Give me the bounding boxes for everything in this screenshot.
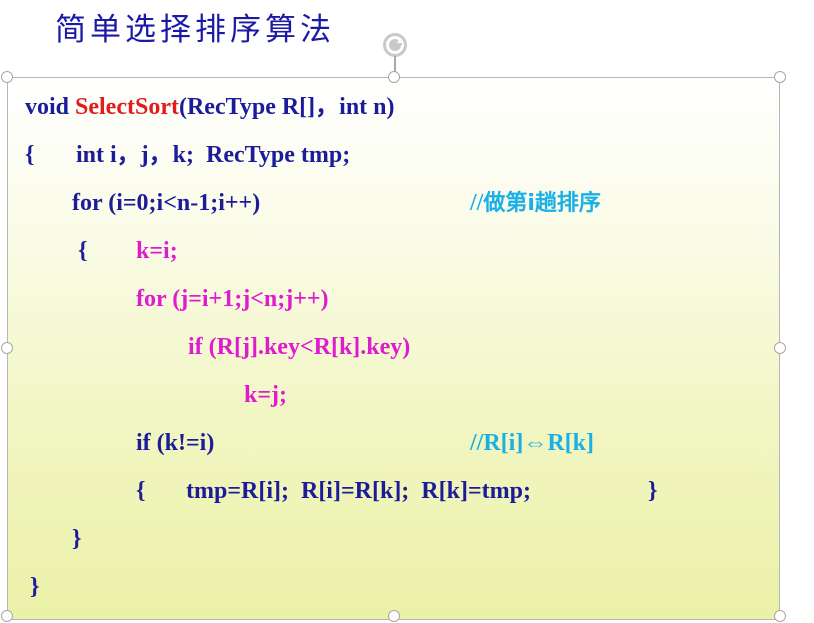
resize-handle-middle-right[interactable] bbox=[774, 342, 786, 354]
code-line-swap-close: } bbox=[648, 471, 657, 511]
comment-outer-pass-text: 做第i趟排序 bbox=[483, 191, 601, 216]
code-line-k-assign-j: k=j; bbox=[244, 375, 287, 415]
code-line-inner-open: { bbox=[78, 231, 87, 271]
code-line-if-swap-check: if (k!=i) bbox=[136, 423, 214, 463]
code-line-if-compare: if (R[j].key<R[k].key) bbox=[188, 327, 410, 367]
resize-handle-bottom-left[interactable] bbox=[1, 610, 13, 622]
code-textbox[interactable]: void SelectSort(RecType R[]，int n) { int… bbox=[7, 77, 780, 620]
resize-handle-top-right[interactable] bbox=[774, 71, 786, 83]
resize-handle-bottom-center[interactable] bbox=[388, 610, 400, 622]
outer-for-loop: for (i=0;i<n-1;i++) bbox=[72, 190, 261, 216]
variable-declarations: int i，j，k; RecType tmp; bbox=[76, 142, 351, 168]
inner-open-brace: { bbox=[78, 238, 88, 264]
code-line-swap-open: { bbox=[136, 471, 145, 511]
swap-open-brace: { bbox=[136, 478, 146, 504]
resize-handle-bottom-right[interactable] bbox=[774, 610, 786, 622]
slide-title: 简单选择排序算法 bbox=[55, 12, 335, 48]
function-close-brace: } bbox=[30, 574, 40, 600]
code-line-k-assign: k=i; bbox=[136, 231, 178, 271]
function-name: SelectSort bbox=[75, 94, 179, 120]
k-assign-i: k=i; bbox=[136, 238, 178, 264]
comment-swap: //R[i]⇔R[k] bbox=[470, 423, 594, 463]
open-brace: { bbox=[25, 142, 35, 168]
swap-statements: tmp=R[i]; R[i]=R[k]; R[k]=tmp; bbox=[186, 478, 531, 504]
code-line-swap-body: tmp=R[i]; R[i]=R[k]; R[k]=tmp; bbox=[186, 471, 531, 511]
code-line-signature: void SelectSort(RecType R[]，int n) bbox=[25, 87, 395, 127]
resize-handle-top-left[interactable] bbox=[1, 71, 13, 83]
for-close-brace: } bbox=[72, 526, 82, 552]
if-k-not-i: if (k!=i) bbox=[136, 430, 215, 456]
if-key-compare: if (R[j].key<R[k].key) bbox=[188, 334, 411, 360]
code-line-function-close: } bbox=[30, 567, 39, 607]
comment-outer-pass: //做第i趟排序 bbox=[470, 190, 601, 216]
resize-handle-middle-left[interactable] bbox=[1, 342, 13, 354]
code-line-for-close: } bbox=[72, 519, 81, 559]
inner-for-loop: for (j=i+1;j<n;j++) bbox=[136, 286, 329, 312]
code-line-inner-for: for (j=i+1;j<n;j++) bbox=[136, 279, 329, 319]
code-line-declarations: { bbox=[25, 135, 34, 175]
keyword-void: void bbox=[25, 94, 76, 120]
code-line-outer-for: for (i=0;i<n-1;i++) bbox=[72, 183, 260, 223]
rotate-handle-icon[interactable] bbox=[381, 31, 409, 59]
function-params: (RecType R[]，int n) bbox=[178, 94, 395, 120]
code-line-declarations-body: int i，j，k; RecType tmp; bbox=[76, 135, 350, 175]
resize-handle-top-center[interactable] bbox=[388, 71, 400, 83]
k-assign-j: k=j; bbox=[244, 382, 288, 408]
comment-swap-text: //R[i]⇔R[k] bbox=[470, 430, 594, 456]
swap-close-brace: } bbox=[648, 478, 658, 504]
